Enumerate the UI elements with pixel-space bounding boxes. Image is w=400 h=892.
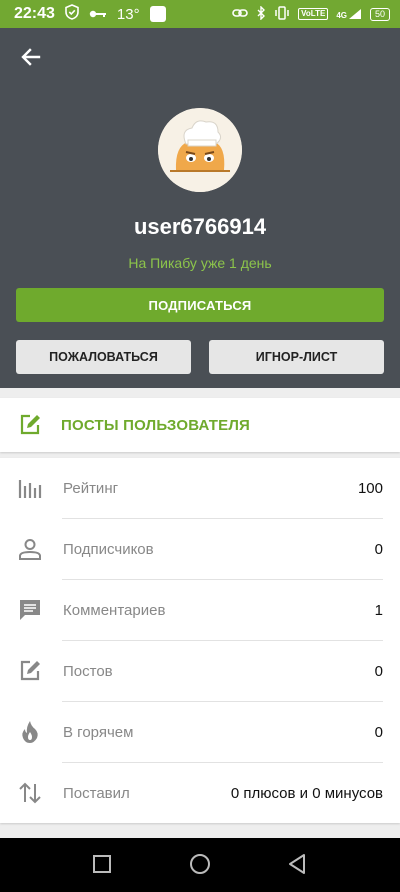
avatar: [158, 108, 242, 192]
navigation-bar: [0, 838, 400, 892]
edit-icon: [18, 413, 42, 437]
stat-row-subscribers: Подписчиков 0: [0, 519, 400, 580]
person-icon: [18, 537, 42, 561]
username: user6766914: [133, 214, 267, 239]
bar-chart-icon: [18, 476, 42, 500]
profile-header: user6766914 На Пикабу уже 1 день ПОДПИСА…: [0, 28, 400, 388]
signal-icon: 4G: [336, 8, 362, 20]
stat-value: 1: [374, 602, 383, 619]
stat-value: 0: [374, 724, 383, 741]
stat-label: В горячем: [63, 724, 134, 741]
home-icon[interactable]: [188, 852, 212, 876]
notification-icon: [149, 6, 166, 22]
stat-value: 100: [357, 480, 383, 497]
subscribe-button[interactable]: ПОДПИСАТЬСЯ: [16, 288, 384, 322]
bluetooth-icon: [256, 5, 266, 22]
user-posts-label: ПОСТЫ ПОЛЬЗОВАТЕЛЯ: [61, 416, 251, 434]
stat-value: 0: [374, 663, 383, 680]
stat-row-hot: В горячем 0: [0, 702, 400, 763]
stats-list: Рейтинг 100 Подписчиков 0 Комментариев 1…: [0, 458, 400, 823]
stat-row-rating: Рейтинг 100: [0, 458, 400, 519]
volte-badge: VoLTE: [298, 8, 329, 20]
member-since: На Пикабу уже 1 день: [128, 255, 272, 271]
stat-value: 0 плюсов и 0 минусов: [230, 785, 383, 802]
battery-indicator: 50: [369, 7, 390, 21]
stat-label: Постов: [63, 663, 113, 680]
flame-icon: [18, 720, 42, 744]
user-posts-link[interactable]: ПОСТЫ ПОЛЬЗОВАТЕЛЯ: [0, 398, 400, 452]
stat-label: Рейтинг: [63, 480, 119, 497]
status-bar: 22:43 13° VoLTE 4G 50: [0, 0, 400, 28]
temperature: 13°: [116, 5, 140, 23]
swap-vertical-icon: [18, 781, 42, 805]
ignore-list-button[interactable]: ИГНОР-ЛИСТ: [209, 340, 384, 374]
stat-row-posts: Постов 0: [0, 641, 400, 702]
edit-icon: [18, 659, 42, 683]
stat-row-voted: Поставил 0 плюсов и 0 минусов: [0, 763, 400, 824]
stat-label: Поставил: [63, 785, 130, 802]
key-icon: [89, 6, 107, 23]
network-type: 4G: [336, 11, 347, 20]
status-time: 22:43: [14, 5, 55, 22]
link-icon: [232, 8, 248, 20]
report-button[interactable]: ПОЖАЛОВАТЬСЯ: [16, 340, 191, 374]
stat-label: Подписчиков: [63, 541, 154, 558]
comment-icon: [18, 598, 42, 622]
stat-row-comments: Комментариев 1: [0, 580, 400, 641]
shield-icon: [65, 4, 79, 24]
vibrate-icon: [274, 6, 290, 22]
back-nav-icon[interactable]: [286, 852, 310, 876]
recent-apps-icon[interactable]: [90, 852, 114, 876]
stat-label: Комментариев: [63, 602, 166, 619]
stat-value: 0: [374, 541, 383, 558]
back-arrow-icon[interactable]: [18, 44, 44, 70]
